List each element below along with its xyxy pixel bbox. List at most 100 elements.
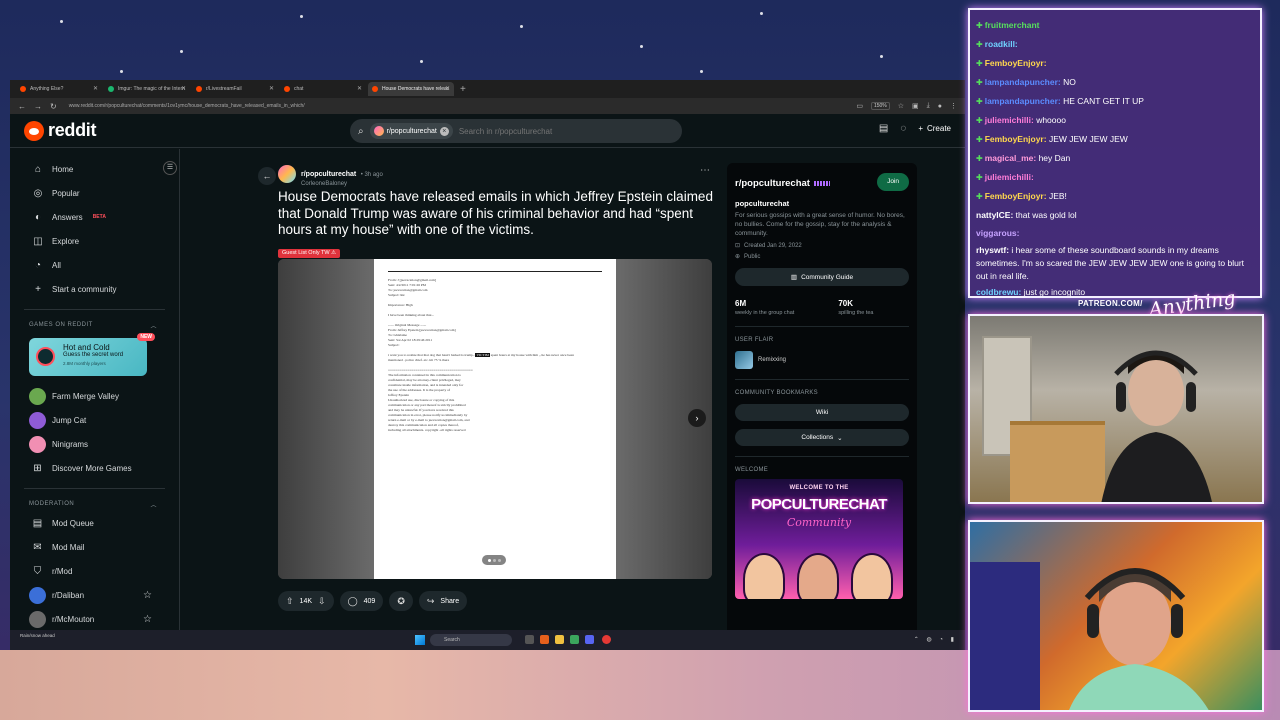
collections-button[interactable]: Collections ⌄	[735, 429, 909, 446]
reload-icon[interactable]: ↻	[50, 102, 57, 111]
game-label: Discover More Games	[52, 463, 132, 473]
zoom-indicator[interactable]: 150%	[870, 102, 890, 110]
url-field[interactable]: www.reddit.com/r/popculturechat/comments…	[65, 103, 849, 109]
advertise-icon[interactable]: ▤	[879, 123, 888, 134]
moderation-section-header[interactable]: MODERATION ︿	[10, 497, 179, 511]
more-options-icon[interactable]: ⋯	[700, 165, 710, 176]
menu-icon[interactable]: ⋮	[950, 102, 957, 110]
new-tab-button[interactable]: +	[460, 84, 466, 95]
chat-username[interactable]: FemboyEnjoyr:	[985, 191, 1047, 201]
folder-icon[interactable]	[555, 635, 564, 644]
game-item[interactable]: Jump Cat	[10, 408, 179, 432]
chat-username[interactable]: fruitmerchant	[985, 20, 1040, 30]
chat-username[interactable]: juliemichilli:	[985, 172, 1034, 182]
create-button[interactable]: + Create	[918, 124, 951, 133]
award-button[interactable]: ✪	[389, 591, 413, 611]
app-icon[interactable]	[570, 635, 579, 644]
taskbar-search[interactable]: Search	[430, 634, 512, 646]
post-author-link[interactable]: CorleoneBaloney	[301, 181, 383, 187]
discover-games-item[interactable]: ⊞ Discover More Games	[10, 456, 179, 480]
back-button[interactable]: ←	[258, 167, 276, 185]
chat-username[interactable]: rhyswtf:	[976, 245, 1009, 255]
nav-all[interactable]: ◔ All	[10, 253, 179, 277]
windows-start-icon[interactable]	[415, 635, 425, 645]
search-bar[interactable]: ⌕ r/popculturechat ×	[350, 119, 682, 143]
forward-arrow-icon[interactable]: →	[34, 102, 42, 111]
browser-tab-active[interactable]: House Democrats have releas ✕	[368, 82, 454, 96]
subreddit-avatar-icon[interactable]	[278, 165, 296, 183]
nav-home[interactable]: ⌂ Home	[10, 157, 179, 181]
gallery-next-button[interactable]: ›	[688, 409, 706, 427]
post-subreddit-link[interactable]: r/popculturechat	[301, 171, 356, 178]
chat-username[interactable]: lampandapuncher:	[985, 77, 1061, 87]
moderated-sub-item[interactable]: r/McMouton ☆	[10, 607, 179, 631]
nav-answers[interactable]: ◐ Answers BETA	[10, 205, 179, 229]
close-icon[interactable]: ✕	[181, 85, 186, 92]
browser-tab[interactable]: r/LivestreamFail ✕	[192, 82, 278, 96]
chat-username[interactable]: FemboyEnjoyr:	[985, 134, 1047, 144]
sidebar-toggle-button[interactable]: ☰	[163, 161, 177, 175]
user-flair[interactable]: Remixxing	[735, 351, 909, 369]
weather-widget[interactable]: Rain/snow ahead	[20, 633, 55, 639]
search-input[interactable]	[458, 126, 659, 136]
browser-tab[interactable]: Imgur: The magic of the Intern ✕	[104, 82, 190, 96]
comments-button[interactable]: ◯ 409	[339, 591, 384, 611]
reddit-logo[interactable]: reddit	[24, 120, 97, 141]
nav-explore[interactable]: ◫ Explore	[10, 229, 179, 253]
join-button[interactable]: Join	[877, 173, 909, 191]
browser-tab[interactable]: chat ✕	[280, 82, 366, 96]
chat-username[interactable]: lampandapuncher:	[985, 96, 1061, 106]
games-section-header[interactable]: GAMES ON REDDIT ︿	[10, 318, 179, 332]
browser-tab[interactable]: Anything Else? ✕	[16, 82, 102, 96]
bookmark-star-icon[interactable]: ☆	[898, 102, 904, 110]
chat-icon[interactable]: ◌	[900, 123, 906, 134]
nav-start-community[interactable]: + Start a community	[10, 277, 179, 301]
download-icon[interactable]: ⤓	[927, 102, 930, 110]
back-arrow-icon[interactable]: ←	[18, 102, 26, 111]
close-icon[interactable]: ✕	[357, 85, 362, 92]
chat-username[interactable]: coldbrewu:	[976, 287, 1021, 296]
downvote-icon[interactable]: ⇩	[318, 596, 326, 607]
moderated-sub-item[interactable]: r/Daliban ☆	[10, 583, 179, 607]
upvote-icon[interactable]: ⇧	[286, 596, 294, 607]
community-stats: 6M weekly in the group chat 70K spilling t…	[735, 299, 909, 316]
divider	[735, 379, 909, 380]
close-icon[interactable]: ✕	[445, 85, 450, 92]
chat-username[interactable]: magical_me:	[985, 153, 1037, 163]
post-flair[interactable]: Guest List Only TW ⚠	[278, 249, 341, 258]
share-button[interactable]: ↪ Share	[418, 591, 468, 611]
game-item[interactable]: Farm Merge Valley	[10, 384, 179, 408]
chat-username[interactable]: roadkill:	[985, 39, 1018, 49]
chat-username[interactable]: viggarous:	[976, 228, 1019, 238]
profile-icon[interactable]: ●	[938, 103, 942, 110]
star-icon[interactable]: ☆	[143, 590, 152, 601]
game-item[interactable]: Ninigrams	[10, 432, 179, 456]
extension-icon[interactable]: ▣	[912, 102, 919, 110]
task-view-icon[interactable]	[525, 635, 534, 644]
firefox-icon[interactable]	[540, 635, 549, 644]
wiki-button[interactable]: Wiki	[735, 404, 909, 421]
system-tray[interactable]: ⌃ ◍ ◔ ▮	[914, 636, 957, 643]
chat-username[interactable]: nattyICE:	[976, 210, 1013, 220]
r-mod-item[interactable]: ⛉ r/Mod	[10, 559, 179, 583]
community-name[interactable]: r/popculturechat	[735, 178, 810, 189]
featured-game-card[interactable]: Hot and Cold Guess the secret word 2.8M …	[29, 333, 155, 376]
chrome-icon[interactable]	[602, 635, 611, 644]
clear-chip-icon[interactable]: ×	[439, 126, 449, 136]
nav-label: Answers	[52, 212, 83, 222]
discord-icon[interactable]	[585, 635, 594, 644]
screen-icon[interactable]: ▭	[856, 102, 863, 110]
community-guide-button[interactable]: ▥ Community Guide	[735, 268, 909, 286]
chat-username[interactable]: FemboyEnjoyr:	[985, 58, 1047, 68]
subreddit-search-chip[interactable]: r/popculturechat ×	[369, 123, 453, 139]
nav-popular[interactable]: ◎ Popular	[10, 181, 179, 205]
email-document-image: From: J [jeevacation@gmail.com] Sent: 4/2…	[374, 259, 616, 579]
star-icon[interactable]: ☆	[143, 614, 152, 625]
image-gallery[interactable]: From: J [jeevacation@gmail.com] Sent: 4/2…	[278, 259, 712, 579]
close-icon[interactable]: ✕	[269, 85, 274, 92]
stat-value: 70K	[838, 299, 854, 308]
close-icon[interactable]: ✕	[93, 85, 98, 92]
mod-queue-item[interactable]: ▤ Mod Queue	[10, 511, 179, 535]
chat-username[interactable]: juliemichilli:	[985, 115, 1034, 125]
mod-mail-item[interactable]: ✉ Mod Mail	[10, 535, 179, 559]
